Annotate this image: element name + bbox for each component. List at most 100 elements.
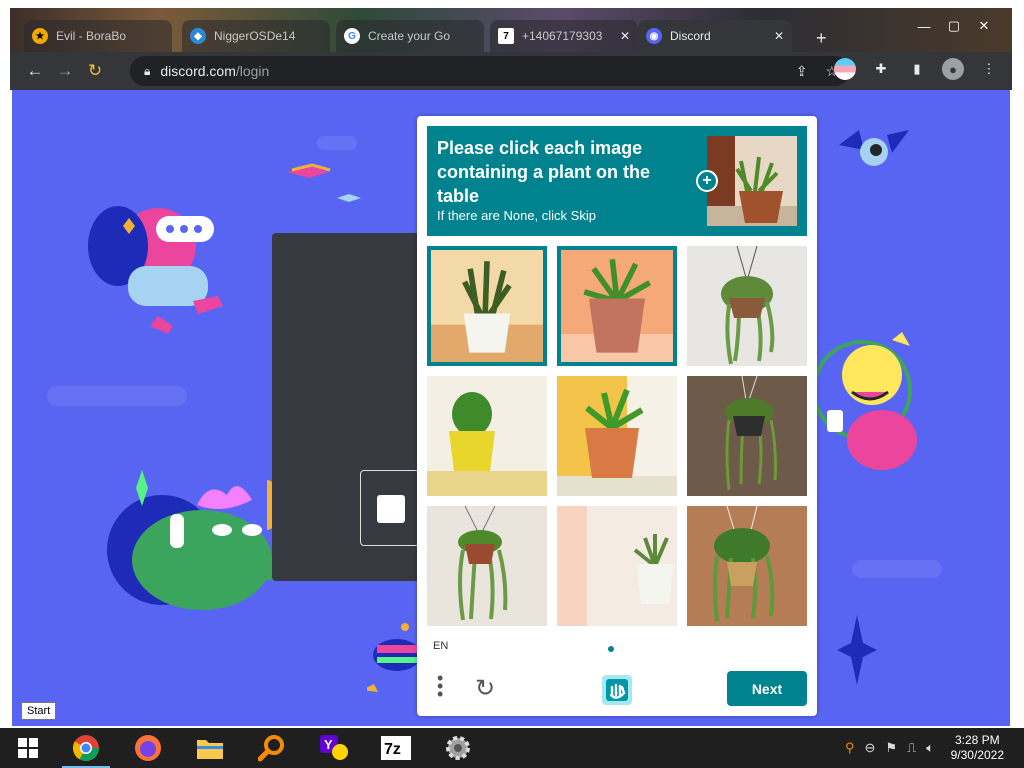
side-panel-icon[interactable]: ▮ (906, 58, 928, 80)
share-icon[interactable]: ⇪ (796, 63, 808, 80)
hanging-plant-image (427, 506, 547, 626)
profile-avatar-icon[interactable]: ● (942, 58, 964, 80)
yellow-character-illustration (812, 332, 917, 470)
tab-title: Discord (670, 29, 711, 43)
captcha-anchor-box (360, 470, 420, 546)
captcha-tile-4[interactable] (427, 376, 547, 496)
plant-terracotta-pot-image (561, 250, 673, 362)
bat-creature-illustration (839, 130, 909, 166)
plant-orange-pot-image (557, 376, 677, 496)
clock-date: 9/30/2022 (950, 748, 1004, 762)
chrome-icon (72, 735, 100, 762)
extensions-area: ✚ ▮ ● ⋮ (834, 58, 1000, 80)
hcaptcha-logo-icon[interactable] (600, 673, 634, 707)
svg-text:7z: 7z (384, 741, 401, 758)
captcha-hint: If there are None, click Skip (437, 208, 596, 223)
cloud-decoration (852, 560, 942, 578)
window-controls: — ▢ ✕ (916, 18, 992, 34)
captcha-tile-3[interactable] (687, 246, 807, 366)
tab-niggerosde[interactable]: ◆ NiggerOSDe14 (182, 20, 330, 52)
tray-search-icon[interactable]: ⚲ (845, 740, 855, 756)
back-arrow-icon[interactable]: ← (20, 56, 50, 86)
tray-status-icon[interactable]: ⊖ (865, 740, 876, 756)
flying-book-illustration (287, 163, 361, 202)
snake-plant-white-pot-image (431, 250, 543, 362)
taskbar-yahoo-messenger[interactable]: Y (306, 728, 362, 768)
network-icon[interactable]: ⎍ (907, 740, 916, 756)
gear-icon (446, 736, 470, 760)
taskbar-7zip[interactable]: 7z (368, 728, 424, 768)
svg-text:Y: Y (324, 737, 333, 752)
kebab-menu-icon[interactable]: ⋮ (978, 58, 1000, 80)
next-button[interactable]: Next (727, 671, 807, 706)
folder-icon (197, 740, 223, 759)
reload-icon[interactable]: ↻ (80, 56, 110, 86)
close-icon[interactable]: ✕ (774, 29, 784, 43)
cloud-decoration (47, 386, 187, 406)
start-button[interactable] (0, 728, 56, 768)
example-plant-image (707, 136, 797, 226)
tab-favicon-icon: ◆ (190, 28, 206, 44)
close-icon[interactable]: ✕ (620, 29, 630, 43)
captcha-tile-8[interactable] (557, 506, 677, 626)
browser-toolbar: ← → ↻ 🔒︎ discord.com/login ⇪ ☆ ✚ ▮ ● ⋮ (10, 52, 1012, 90)
captcha-prompt-header: Please click each image containing a pla… (427, 126, 807, 236)
url-host: discord.com (160, 63, 236, 79)
captcha-tile-7[interactable] (427, 506, 547, 626)
taskbar-file-explorer[interactable] (182, 728, 238, 768)
tab-favicon-icon: ★ (32, 28, 48, 44)
captcha-tile-9[interactable] (687, 506, 807, 626)
close-window-icon[interactable]: ✕ (976, 18, 992, 34)
volume-icon[interactable]: 🔈︎ (926, 740, 934, 756)
taskbar-firefox[interactable] (120, 728, 176, 768)
captcha-image-grid (427, 246, 807, 626)
captcha-challenge-panel: Please click each image containing a pla… (417, 116, 817, 716)
more-options-icon[interactable]: • • • (437, 669, 443, 703)
taskbar-search-app[interactable] (244, 728, 300, 768)
tab-title: +14067179303 (522, 29, 603, 43)
hooded-character-illustration (88, 206, 223, 334)
minimize-icon[interactable]: — (916, 18, 932, 34)
tab-discord[interactable]: ◉ Discord ✕ (638, 20, 792, 52)
tab-phone-number[interactable]: 7 +14067179303 ✕ (490, 20, 638, 52)
yahoo-messenger-icon: Y (320, 735, 348, 760)
star-sparkle-icon (837, 615, 877, 685)
seven-icon: 7 (498, 28, 514, 44)
anchor-square (377, 495, 405, 523)
captcha-tile-2[interactable] (557, 246, 677, 366)
cloud-decoration (317, 136, 357, 150)
example-image[interactable] (707, 136, 797, 226)
plant-yellow-pot-image (427, 376, 547, 496)
system-tray: ⚲ ⊖ ⚑ ⎍ 🔈︎ (845, 740, 934, 756)
taskbar-clock[interactable]: 3:28 PM 9/30/2022 (951, 733, 1004, 763)
lock-icon[interactable]: 🔒︎ (144, 64, 150, 79)
google-icon: G (344, 28, 360, 44)
refresh-challenge-icon[interactable]: ↻ (475, 674, 501, 702)
plant-white-pot-image (557, 506, 677, 626)
start-tooltip: Start (21, 702, 57, 720)
puzzle-icon[interactable]: ✚ (870, 58, 892, 80)
captcha-question: Please click each image containing a pla… (437, 138, 650, 206)
captcha-tile-6[interactable] (687, 376, 807, 496)
tray-flag-icon[interactable]: ⚑ (885, 740, 897, 756)
language-selector[interactable]: EN (433, 640, 448, 652)
tab-borabo[interactable]: ★ Evil - BoraBo (24, 20, 172, 52)
page-indicator-dot (608, 646, 614, 652)
taskbar-settings-app[interactable] (430, 728, 486, 768)
forward-arrow-icon[interactable]: → (50, 56, 80, 86)
address-bar[interactable]: 🔒︎ discord.com/login ⇪ ☆ (130, 56, 850, 86)
tab-title: NiggerOSDe14 (214, 29, 296, 43)
hanging-plant-image (687, 506, 807, 626)
taskbar-chrome[interactable] (58, 728, 114, 768)
captcha-tile-5[interactable] (557, 376, 677, 496)
new-tab-button[interactable]: + (816, 28, 827, 49)
expand-example-icon[interactable]: + (696, 170, 718, 192)
tab-title: Evil - BoraBo (56, 29, 127, 43)
maximize-icon[interactable]: ▢ (946, 18, 962, 34)
7zip-icon: 7z (381, 736, 411, 760)
trans-flag-extension-icon[interactable] (834, 58, 856, 80)
captcha-tile-1[interactable] (427, 246, 547, 366)
tab-google-create[interactable]: G Create your Go (336, 20, 484, 52)
magnifier-icon (258, 735, 284, 762)
discord-icon: ◉ (646, 28, 662, 44)
